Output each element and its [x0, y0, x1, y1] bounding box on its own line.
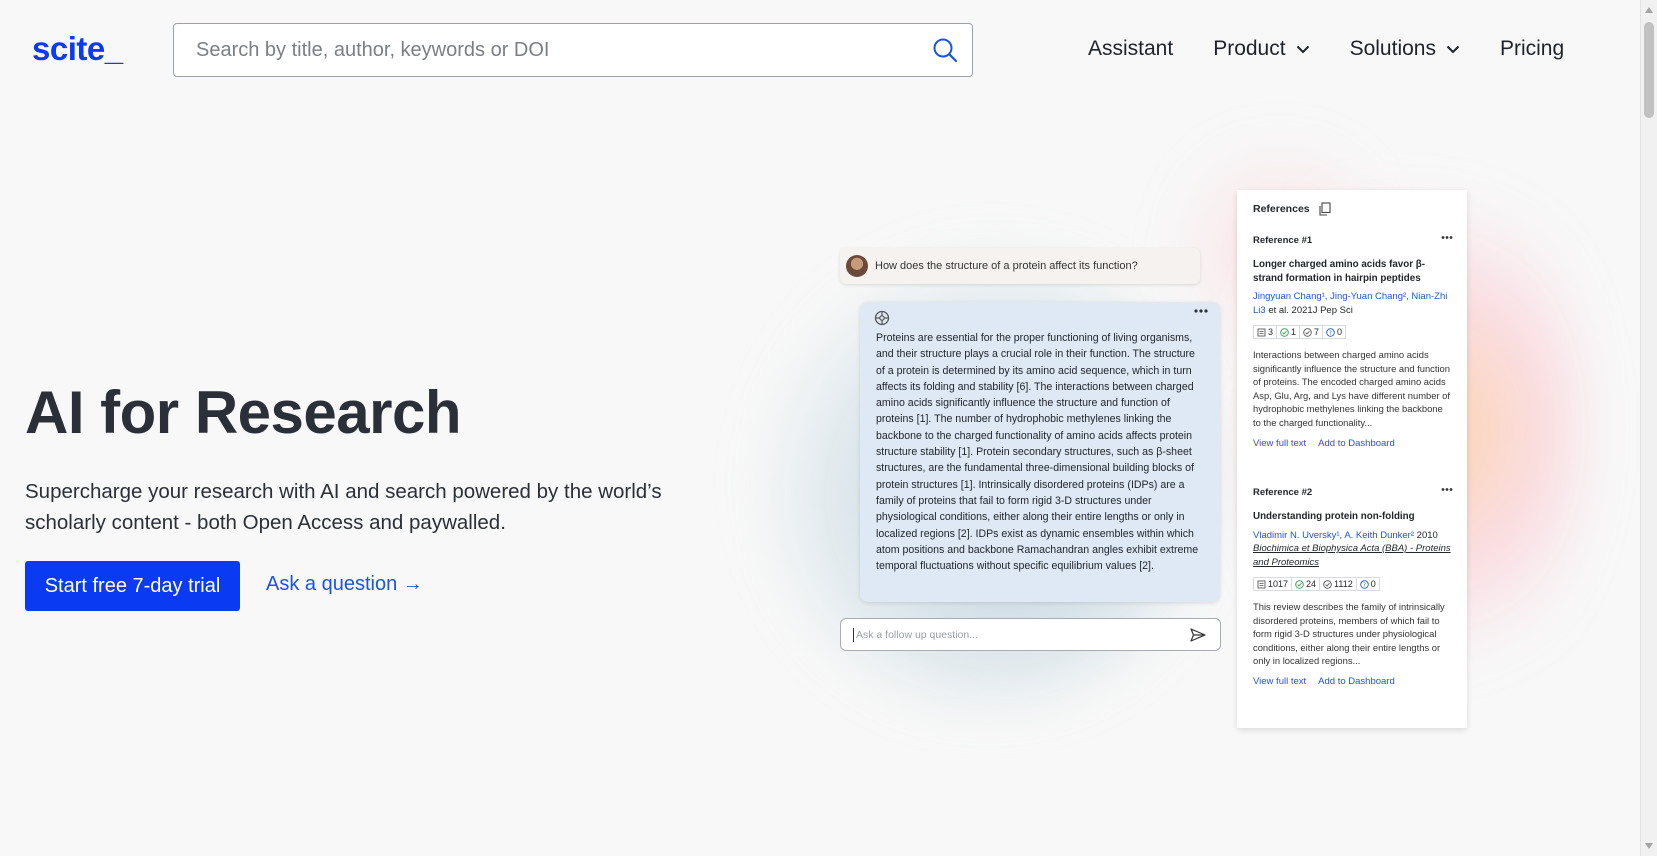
reference-journal[interactable]: Biochimica et Biophysica Acta (BBA) - Pr… [1253, 543, 1451, 568]
hero-title: AI for Research [25, 379, 462, 446]
scroll-up-arrow-icon[interactable] [1644, 5, 1654, 15]
mentioning-badge[interactable]: 7 [1299, 325, 1324, 339]
nav-solutions-label: Solutions [1349, 37, 1436, 60]
question-circle-icon: ? [1359, 579, 1369, 589]
more-options-icon[interactable] [1441, 235, 1453, 240]
chevron-down-icon [1296, 45, 1309, 53]
search-icon[interactable] [930, 35, 960, 65]
chat-question-bubble: How does the structure of a protein affe… [840, 248, 1200, 284]
reference-author-links[interactable]: Vladimir N. Uversky¹, A. Keith Dunker² [1253, 530, 1414, 541]
hero-subtitle: Supercharge your research with AI and se… [25, 480, 662, 534]
nav-solutions[interactable]: Solutions [1350, 37, 1460, 61]
mentioning-count: 7 [1314, 327, 1320, 337]
assistant-logo-icon [874, 310, 890, 326]
reference-item: Reference #2 Understanding protein non-f… [1253, 487, 1453, 687]
reference-abstract: Interactions between charged amino acids… [1253, 349, 1450, 428]
reference-meta: 2010 [1414, 529, 1438, 541]
supporting-count: 1 [1291, 327, 1297, 337]
ask-question-link[interactable]: Ask a question → [266, 573, 423, 596]
references-title: References [1253, 203, 1310, 215]
check-circle-icon [1295, 579, 1304, 589]
search-input[interactable] [196, 38, 930, 62]
document-icon [1257, 328, 1266, 336]
reference-abstract: This review describes the family of intr… [1253, 601, 1445, 667]
scroll-down-arrow-icon[interactable] [1644, 841, 1654, 851]
reference-authors: Vladimir N. Uversky¹, A. Keith Dunker² 2… [1253, 529, 1453, 570]
reference-number: Reference #1 [1253, 235, 1313, 246]
supporting-badge[interactable]: 24 [1291, 577, 1321, 591]
nav-product-label: Product [1213, 37, 1286, 60]
publications-badge[interactable]: 3 [1253, 325, 1278, 339]
contrasting-badge[interactable]: ? 0 [1322, 325, 1347, 339]
reference-number: Reference #2 [1253, 487, 1313, 498]
reference-title[interactable]: Understanding protein non-folding [1253, 510, 1453, 524]
chat-answer-text: Proteins are essential for the proper fu… [876, 332, 1199, 573]
page-scrollbar[interactable] [1640, 0, 1657, 856]
supporting-count: 24 [1306, 579, 1317, 589]
nav-pricing[interactable]: Pricing [1500, 37, 1564, 61]
mentioning-count: 1112 [1334, 579, 1353, 589]
citation-badges: 3 1 7 ? 0 [1253, 325, 1453, 339]
user-avatar [846, 255, 868, 277]
nav-assistant-label: Assistant [1088, 37, 1174, 60]
reference-title[interactable]: Longer charged amino acids favor β-stran… [1253, 258, 1453, 285]
add-to-dashboard-link[interactable]: Add to Dashboard [1318, 676, 1395, 687]
nav-assistant[interactable]: Assistant [1088, 37, 1173, 61]
send-icon[interactable] [1190, 627, 1206, 642]
contrasting-badge[interactable]: ? 0 [1355, 577, 1380, 591]
reference-authors: Jingyuan Chang¹, Jing-Yuan Chang², Nian-… [1253, 290, 1453, 317]
followup-placeholder: Ask a follow up question... [856, 628, 978, 641]
scite-logo[interactable]: scite_ [32, 30, 123, 68]
more-options-icon[interactable] [1194, 308, 1208, 314]
question-circle-icon: ? [1326, 327, 1335, 337]
mention-circle-icon [1323, 579, 1332, 589]
add-to-dashboard-link[interactable]: Add to Dashboard [1318, 438, 1395, 449]
nav-pricing-label: Pricing [1499, 37, 1565, 60]
mentioning-badge[interactable]: 1112 [1319, 577, 1357, 591]
svg-text:?: ? [1329, 330, 1332, 336]
check-circle-icon [1280, 327, 1289, 337]
reference-meta: et al. 2021J Pep Sci [1265, 304, 1353, 316]
text-cursor [853, 627, 854, 642]
nav-product[interactable]: Product [1213, 37, 1309, 61]
reference-links: View full text Add to Dashboard [1253, 676, 1453, 687]
reference-item: Reference #1 Longer charged amino acids … [1253, 235, 1453, 449]
chat-answer-bubble: Proteins are essential for the proper fu… [860, 302, 1220, 602]
chat-question-text: How does the structure of a protein affe… [875, 260, 1138, 272]
references-header: References [1253, 202, 1331, 216]
supporting-badge[interactable]: 1 [1276, 325, 1301, 339]
publications-count: 3 [1268, 327, 1274, 337]
publications-count: 1017 [1268, 579, 1289, 589]
scrollbar-thumb[interactable] [1644, 22, 1654, 118]
citation-badges: 1017 24 1112 ? 0 [1253, 577, 1453, 591]
search-bar[interactable] [173, 23, 973, 77]
document-icon [1257, 580, 1266, 588]
followup-input[interactable]: Ask a follow up question... [840, 618, 1221, 651]
view-full-text-link[interactable]: View full text [1253, 676, 1306, 687]
mention-circle-icon [1303, 327, 1312, 337]
start-trial-button[interactable]: Start free 7-day trial [25, 561, 240, 611]
contrasting-count: 0 [1370, 579, 1376, 589]
more-options-icon[interactable] [1441, 487, 1453, 492]
main-nav: Assistant Product Solutions Pricing [1088, 37, 1604, 61]
copy-icon[interactable] [1318, 202, 1331, 216]
references-panel: References Reference #1 Longer charged a… [1237, 190, 1467, 728]
publications-badge[interactable]: 1017 [1253, 577, 1293, 591]
svg-text:?: ? [1363, 582, 1366, 588]
view-full-text-link[interactable]: View full text [1253, 438, 1306, 449]
reference-links: View full text Add to Dashboard [1253, 438, 1453, 449]
chevron-down-icon [1446, 45, 1460, 53]
contrasting-count: 0 [1337, 327, 1343, 337]
